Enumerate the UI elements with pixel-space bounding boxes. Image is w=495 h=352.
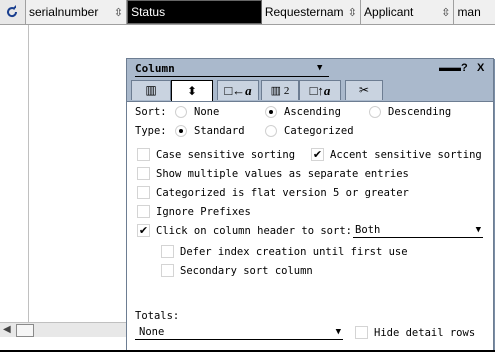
tab-column-info[interactable]: ▥ xyxy=(131,80,171,100)
ignore-prefixes-option[interactable]: Ignore Prefixes xyxy=(137,205,251,218)
column-header-status[interactable]: Status xyxy=(127,0,262,24)
checkbox-label: Click on column header to sort: xyxy=(156,224,352,237)
defer-index-option[interactable]: Defer index creation until first use xyxy=(161,245,408,258)
properties-type-selector[interactable]: Column xyxy=(135,62,329,77)
checkbox-label: Ignore Prefixes xyxy=(156,205,251,218)
title-font-icon: □↑a xyxy=(309,82,331,98)
chevron-down-icon[interactable]: ▼ xyxy=(476,225,481,235)
numbers-icon: ▥ 2 xyxy=(270,85,290,97)
sort-row: Sort: xyxy=(135,106,167,118)
checkbox-label: Hide detail rows xyxy=(374,326,476,339)
click-header-sort-checkbox[interactable]: ✔ xyxy=(137,224,150,237)
sort-option-label: Descending xyxy=(388,106,452,118)
horizontal-scrollbar[interactable]: ◀ xyxy=(0,322,126,337)
view-column-header: serialnumber ⇳ Status Requesternam ⇳ App… xyxy=(0,0,495,25)
font-icon: □←a xyxy=(224,82,252,98)
tab-font[interactable]: □←a xyxy=(217,80,259,100)
tab-advanced[interactable]: ✂ xyxy=(345,80,383,100)
click-sort-value: Both xyxy=(355,224,381,236)
case-sensitive-option[interactable]: Case sensitive sorting xyxy=(137,148,295,161)
checkbox-label: Accent sensitive sorting xyxy=(330,148,482,161)
sort-updown-icon[interactable]: ⇳ xyxy=(114,6,123,19)
secondary-sort-checkbox[interactable] xyxy=(161,264,174,277)
type-row: Type: xyxy=(135,125,167,137)
checkbox-label: Show multiple values as separate entries xyxy=(156,167,409,180)
sort-label: Sort: xyxy=(135,106,167,118)
tab-numbers[interactable]: ▥ 2 xyxy=(261,80,299,100)
totals-value: None xyxy=(139,326,165,338)
type-label: Type: xyxy=(135,125,167,137)
categorized-flat-option[interactable]: Categorized is flat version 5 or greater xyxy=(137,186,409,199)
refresh-icon xyxy=(7,5,18,18)
accent-sensitive-option[interactable]: ✔ Accent sensitive sorting xyxy=(311,148,482,161)
scroll-left-icon[interactable]: ◀ xyxy=(3,324,11,335)
chevron-down-icon[interactable]: ▼ xyxy=(317,63,322,73)
totals-label: Totals: xyxy=(135,310,180,322)
radio-categorized[interactable] xyxy=(265,125,277,137)
sort-option-label: Ascending xyxy=(284,106,341,118)
column-label: Requesternam xyxy=(264,5,344,19)
hide-detail-rows-option[interactable]: Hide detail rows xyxy=(355,326,475,339)
column-header-applicant[interactable]: Applicant ⇳ xyxy=(361,0,455,24)
advanced-icon: ✂ xyxy=(358,83,370,97)
accent-sensitive-checkbox[interactable]: ✔ xyxy=(311,148,324,161)
multiple-values-option[interactable]: Show multiple values as separate entries xyxy=(137,167,409,180)
chevron-down-icon[interactable]: ▼ xyxy=(336,327,341,337)
click-header-sort-option[interactable]: ✔ Click on column header to sort: xyxy=(137,224,352,237)
tab-sorting[interactable]: ⬍ xyxy=(171,80,213,101)
type-option-label: Categorized xyxy=(284,125,354,137)
scrollbar-thumb[interactable] xyxy=(16,324,34,337)
radio-ascending[interactable] xyxy=(265,106,277,118)
hide-detail-rows-checkbox[interactable] xyxy=(355,326,368,339)
checkbox-label: Categorized is flat version 5 or greater xyxy=(156,186,409,199)
help-icon[interactable]: ? xyxy=(461,62,468,74)
type-option-standard[interactable]: Standard xyxy=(175,125,245,137)
column-info-icon: ▥ xyxy=(145,83,157,97)
totals-dropdown[interactable]: None ▼ xyxy=(135,325,343,340)
checkbox-label: Case sensitive sorting xyxy=(156,148,296,161)
click-sort-dropdown[interactable]: Both ▼ xyxy=(353,223,483,238)
defer-index-checkbox[interactable] xyxy=(161,245,174,258)
column-header-serialnumber[interactable]: serialnumber ⇳ xyxy=(26,0,128,24)
type-option-categorized[interactable]: Categorized xyxy=(265,125,354,137)
refresh-button[interactable] xyxy=(0,0,26,24)
sort-option-ascending[interactable]: Ascending xyxy=(265,106,341,118)
column-label: serialnumber xyxy=(28,5,99,19)
panel-titlebar[interactable]: Column ▼ ▬▬ ? X xyxy=(127,59,493,79)
totals-row: Totals: xyxy=(135,310,179,322)
column-header-requestername[interactable]: Requesternam ⇳ xyxy=(262,0,362,24)
sort-option-none[interactable]: None xyxy=(175,106,219,118)
checkbox-label: Defer index creation until first use xyxy=(180,245,408,258)
case-sensitive-checkbox[interactable] xyxy=(137,148,150,161)
column-properties-panel: Column ▼ ▬▬ ? X ▥ ⬍ □←a ▥ 2 □↑a ✂ Sort: … xyxy=(126,58,494,352)
multiple-values-checkbox[interactable] xyxy=(137,167,150,180)
panel-menu-icon[interactable]: ▬▬ xyxy=(439,62,461,74)
panel-tabs: ▥ ⬍ □←a ▥ 2 □↑a ✂ xyxy=(127,79,493,102)
column-header-man[interactable]: man xyxy=(454,0,495,24)
column-label: Applicant xyxy=(364,5,414,19)
sort-updown-icon[interactable]: ⇳ xyxy=(348,6,357,19)
sort-option-label: None xyxy=(194,106,220,118)
categorized-flat-checkbox[interactable] xyxy=(137,186,150,199)
radio-standard[interactable] xyxy=(175,125,187,137)
close-icon[interactable]: X xyxy=(477,62,484,74)
secondary-sort-option[interactable]: Secondary sort column xyxy=(161,264,313,277)
sort-option-descending[interactable]: Descending xyxy=(369,106,451,118)
sort-arrows-icon: ⬍ xyxy=(186,83,198,98)
radio-descending[interactable] xyxy=(369,106,381,118)
ignore-prefixes-checkbox[interactable] xyxy=(137,205,150,218)
sort-updown-icon[interactable]: ⇳ xyxy=(441,6,450,19)
view-margin-line xyxy=(28,25,29,325)
column-label: man xyxy=(457,5,481,19)
type-option-label: Standard xyxy=(194,125,245,137)
checkbox-label: Secondary sort column xyxy=(180,264,313,277)
radio-none[interactable] xyxy=(175,106,187,118)
column-label: Status xyxy=(131,5,166,19)
tab-title-font[interactable]: □↑a xyxy=(299,80,341,100)
